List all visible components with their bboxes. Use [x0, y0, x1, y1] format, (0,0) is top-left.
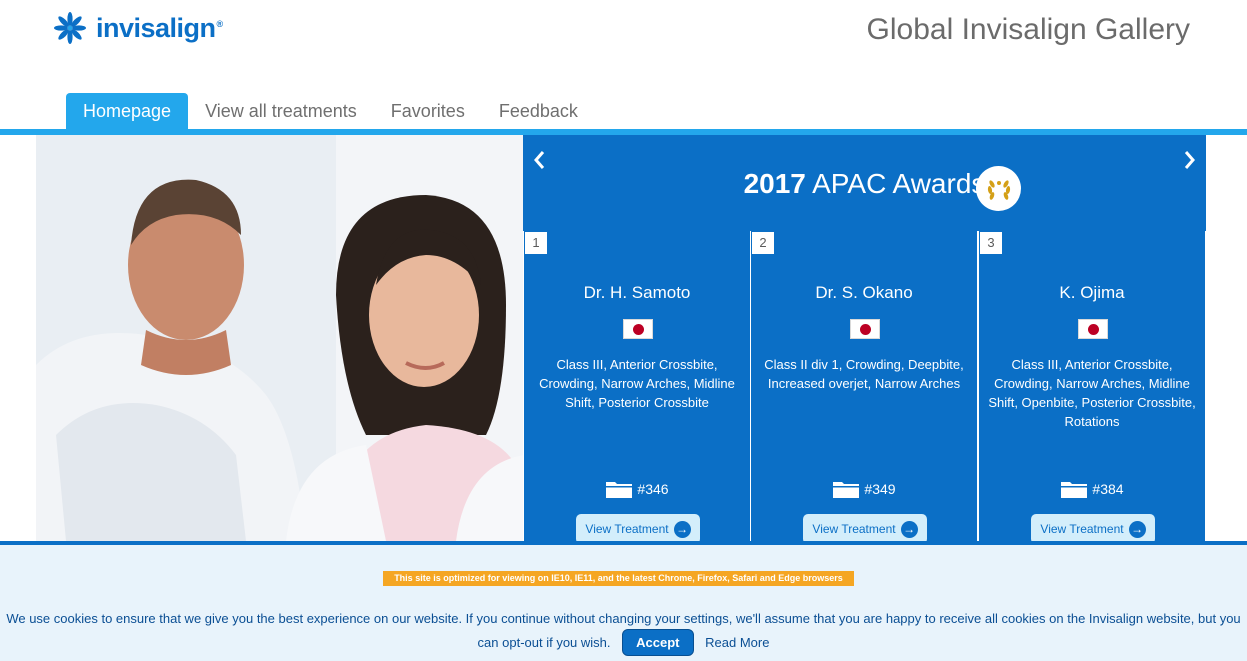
folder-icon — [1061, 482, 1088, 498]
invisalign-logo[interactable]: invisalign® — [52, 10, 223, 46]
view-treatment-button[interactable]: View Treatment → — [1031, 514, 1155, 544]
case-number: #384 — [979, 479, 1205, 499]
case-number: #346 — [524, 479, 750, 499]
site-header: invisalign® Global Invisalign Gallery Ho… — [0, 0, 1247, 132]
chevron-right-icon[interactable] — [1182, 147, 1198, 177]
cookie-message: We use cookies to ensure that we give yo… — [6, 608, 1241, 656]
card-rank: 2 — [752, 232, 774, 254]
folder-icon — [833, 482, 860, 498]
treatment-description: Class III, Anterior Crossbite, Crowding,… — [988, 357, 1196, 429]
view-treatment-button[interactable]: View Treatment → — [576, 514, 700, 544]
logo-wordmark: invisalign® — [96, 12, 223, 43]
card-rank: 1 — [525, 232, 547, 254]
main-nav: Homepage View all treatments Favorites F… — [66, 93, 595, 129]
awards-name: APAC Awards — [812, 168, 986, 199]
japan-flag-icon — [850, 319, 880, 339]
award-card-1: 1 Dr. H. Samoto Class III, Anterior Cros… — [524, 231, 750, 544]
site-title: Global Invisalign Gallery — [866, 13, 1190, 46]
accept-cookies-button[interactable]: Accept — [622, 629, 694, 656]
awards-header: 2017 APAC Awards — [523, 135, 1206, 231]
doctor-name: Dr. S. Okano — [815, 283, 913, 302]
japan-flag-icon — [1078, 319, 1108, 339]
nav-favorites[interactable]: Favorites — [374, 93, 482, 129]
folder-icon — [606, 482, 633, 498]
card-rank: 3 — [980, 232, 1002, 254]
doctor-name: K. Ojima — [1059, 283, 1125, 302]
awards-title: 2017 APAC Awards — [523, 168, 1206, 200]
treatment-description: Class II div 1, Crowding, Deepbite, Incr… — [764, 357, 964, 391]
japan-flag-icon — [623, 319, 653, 339]
laurel-wreath-icon — [976, 166, 1021, 211]
arrow-right-icon: → — [673, 520, 691, 538]
award-card-2: 2 Dr. S. Okano Class II div 1, Crowding,… — [751, 231, 977, 544]
arrow-right-icon: → — [1128, 520, 1146, 538]
cookie-banner: This site is optimized for viewing on IE… — [0, 541, 1247, 661]
awards-carousel: 2017 APAC Awards 1 Dr. H. Samoto Class I… — [523, 135, 1206, 544]
nav-feedback[interactable]: Feedback — [482, 93, 595, 129]
nav-view-all-treatments[interactable]: View all treatments — [188, 93, 374, 129]
view-treatment-button[interactable]: View Treatment → — [803, 514, 927, 544]
browser-support-notice: This site is optimized for viewing on IE… — [383, 571, 854, 586]
doctor-name: Dr. H. Samoto — [583, 283, 691, 302]
arrow-right-icon: → — [900, 520, 918, 538]
award-card-3: 3 K. Ojima Class III, Anterior Crossbite… — [979, 231, 1205, 544]
awards-year: 2017 — [743, 168, 806, 199]
nav-homepage[interactable]: Homepage — [66, 93, 189, 129]
read-more-link[interactable]: Read More — [705, 635, 769, 650]
treatment-description: Class III, Anterior Crossbite, Crowding,… — [539, 357, 735, 410]
hero-image-doctor-patient — [36, 135, 524, 541]
hero-illustration — [36, 135, 524, 541]
case-number: #349 — [751, 479, 977, 499]
star-logo-icon — [54, 12, 86, 44]
